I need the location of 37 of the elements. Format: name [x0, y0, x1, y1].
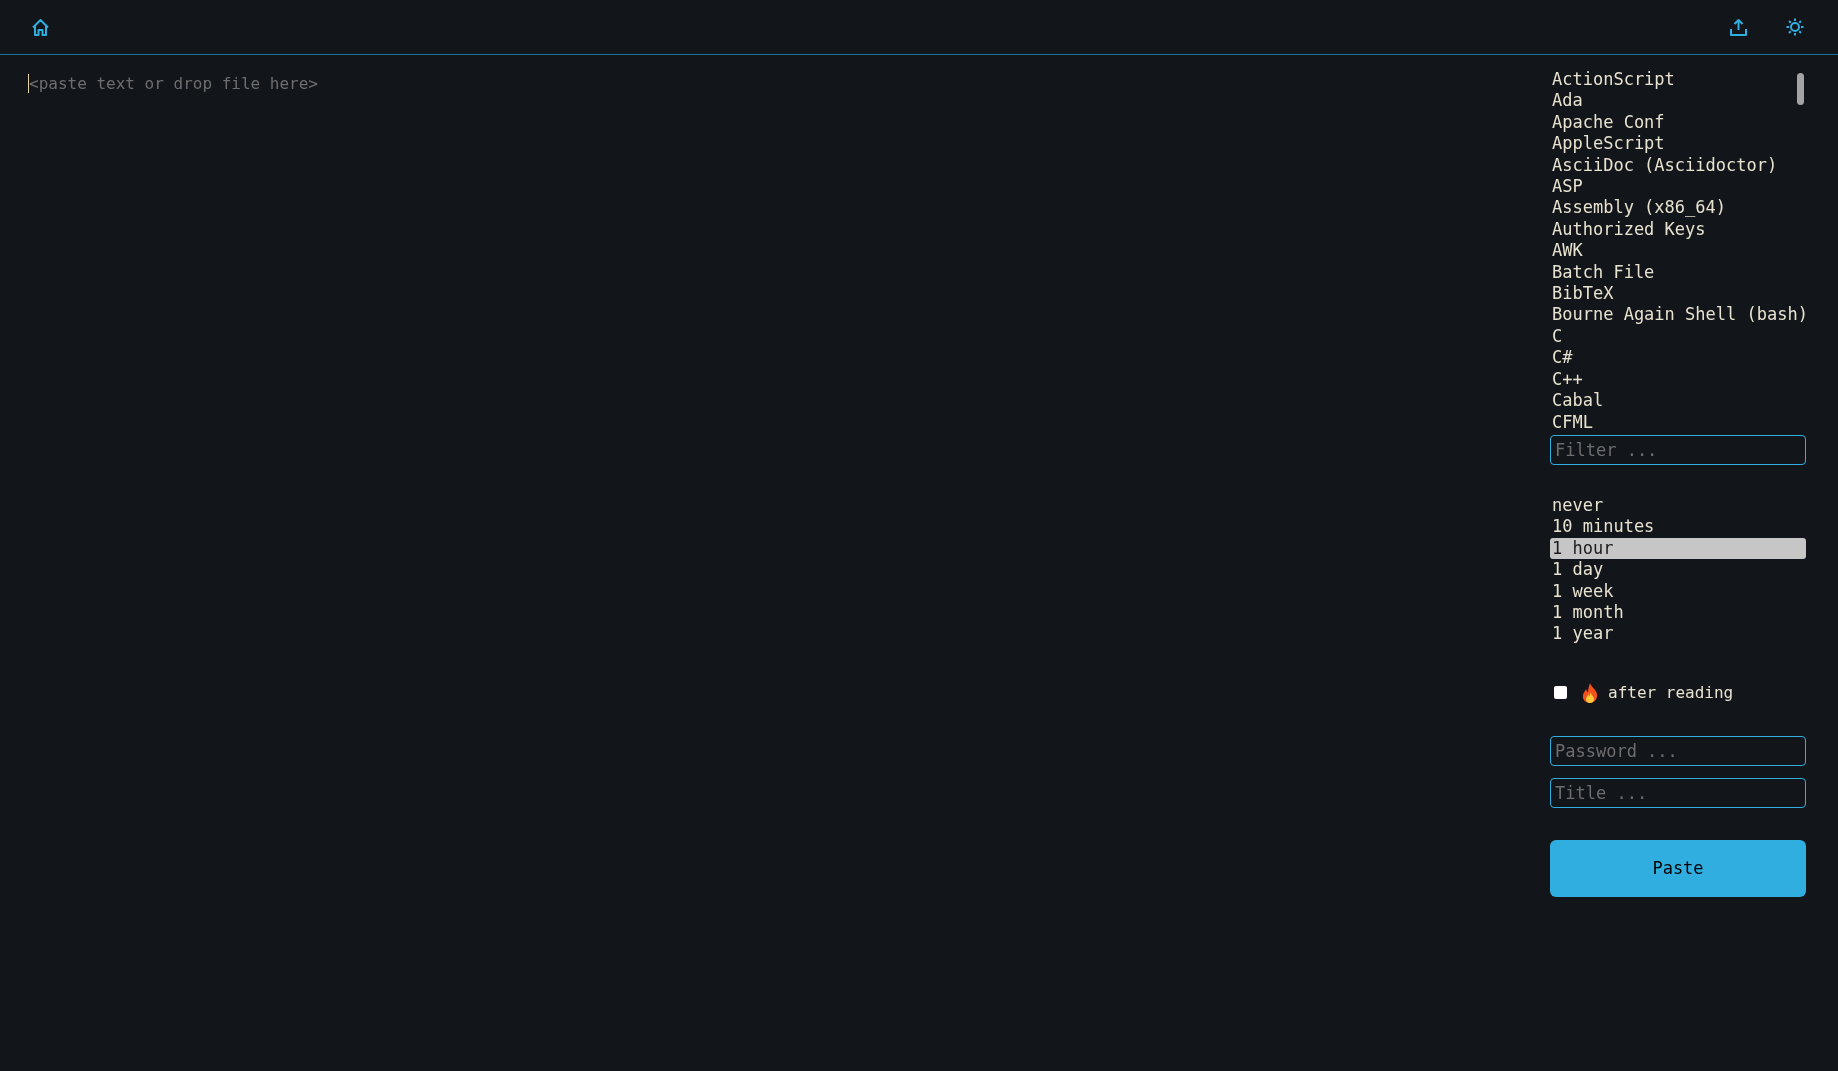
- language-option[interactable]: CFML: [1550, 411, 1806, 433]
- expiration-option[interactable]: 1 month: [1550, 601, 1806, 624]
- language-option[interactable]: ActionScript: [1550, 69, 1806, 91]
- title-field[interactable]: Title ...: [1550, 777, 1806, 808]
- language-option[interactable]: ASP: [1550, 176, 1806, 198]
- language-option[interactable]: C++: [1550, 368, 1806, 391]
- language-option[interactable]: Batch File: [1550, 261, 1806, 284]
- scrollbar-thumb[interactable]: [1797, 73, 1804, 105]
- language-option[interactable]: AsciiDoc (Asciidoctor): [1550, 154, 1806, 177]
- expiration-option[interactable]: 1 hour: [1550, 537, 1806, 560]
- expiration-option[interactable]: 1 day: [1550, 559, 1806, 581]
- fire-icon: [1582, 682, 1598, 703]
- upload-icon[interactable]: [1729, 17, 1748, 37]
- language-option[interactable]: C: [1550, 325, 1806, 348]
- language-option[interactable]: Assembly (x86_64): [1550, 197, 1806, 219]
- sun-icon[interactable]: [1785, 17, 1805, 37]
- language-option[interactable]: AppleScript: [1550, 133, 1806, 155]
- expiration-option[interactable]: never: [1550, 494, 1806, 517]
- language-option[interactable]: Cabal: [1550, 390, 1806, 412]
- checkbox-label: after reading: [1608, 683, 1734, 703]
- filter-field[interactable]: Filter ...: [1550, 434, 1806, 465]
- language-option[interactable]: Apache Conf: [1550, 111, 1806, 134]
- home-icon[interactable]: [31, 17, 50, 37]
- language-option[interactable]: Ada: [1550, 90, 1806, 112]
- password-field[interactable]: Password ...: [1550, 735, 1806, 766]
- expiration-option[interactable]: 10 minutes: [1550, 516, 1806, 538]
- language-option[interactable]: Authorized Keys: [1550, 218, 1806, 241]
- paste-button[interactable]: Paste: [1550, 839, 1806, 897]
- text-cursor-icon: [28, 74, 29, 93]
- expiration-option[interactable]: 1 year: [1550, 623, 1806, 645]
- checkbox[interactable]: [1554, 686, 1567, 700]
- language-option[interactable]: BibTeX: [1550, 283, 1806, 305]
- language-option[interactable]: Bourne Again Shell (bash): [1550, 304, 1806, 326]
- paste-text-area[interactable]: <paste text or drop file here>: [28, 72, 1530, 1031]
- expiration-option[interactable]: 1 week: [1550, 580, 1806, 602]
- language-option[interactable]: AWK: [1550, 240, 1806, 262]
- language-option[interactable]: C#: [1550, 347, 1806, 369]
